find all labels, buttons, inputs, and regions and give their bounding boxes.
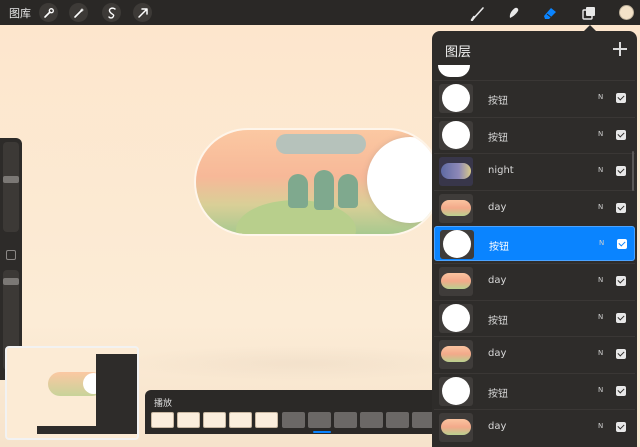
layer-row[interactable]: day N <box>434 336 635 371</box>
playhead-indicator <box>313 431 331 433</box>
eraser-icon[interactable] <box>541 4 559 22</box>
blend-mode-button[interactable]: N <box>598 386 603 394</box>
gallery-button[interactable]: 图库 <box>9 5 31 21</box>
layer-thumbnail-partial <box>438 65 470 77</box>
layer-row[interactable]: 按钮 N <box>434 116 635 152</box>
timeline-frame[interactable] <box>308 412 331 428</box>
preview-timeline <box>37 426 107 434</box>
timeline-frame[interactable] <box>255 412 278 428</box>
layers-title: 图层 <box>445 45 472 60</box>
layer-row[interactable]: night N <box>434 153 635 188</box>
layer-name: 按钮 <box>489 242 509 254</box>
layer-thumbnail <box>439 413 473 443</box>
artwork-tree <box>288 174 308 208</box>
timeline-frame[interactable] <box>386 412 409 428</box>
visibility-checkbox[interactable] <box>616 276 626 286</box>
blend-mode-button[interactable]: N <box>598 422 603 430</box>
visibility-checkbox[interactable] <box>616 312 626 323</box>
top-toolbar: 图库 <box>0 0 640 25</box>
layer-name: day <box>488 275 507 286</box>
canvas-brush-stroke <box>120 345 480 381</box>
layers-icon[interactable] <box>580 4 598 22</box>
layer-row[interactable]: day N <box>434 189 635 225</box>
blend-mode-button[interactable]: N <box>599 239 604 247</box>
layer-thumbnail <box>440 230 474 260</box>
wrench-icon[interactable] <box>39 3 58 22</box>
play-button[interactable]: 播放 <box>154 396 172 409</box>
layer-name: 按钮 <box>488 315 508 327</box>
layer-thumbnail <box>439 157 473 187</box>
smudge-icon[interactable] <box>505 4 523 22</box>
layer-name: night <box>488 165 514 177</box>
magic-wand-icon[interactable] <box>69 3 88 22</box>
layer-row[interactable]: 按钮 N <box>434 372 635 408</box>
brush-icon[interactable] <box>469 4 487 22</box>
layer-row[interactable]: 按钮 N <box>434 80 635 115</box>
blend-mode-button[interactable]: N <box>598 166 603 174</box>
layer-row-selected[interactable]: 按钮 N <box>434 226 635 262</box>
layer-thumbnail <box>439 267 473 296</box>
transform-arrow-icon[interactable] <box>133 3 152 22</box>
toggle-knob <box>367 137 440 223</box>
layer-name: day <box>488 421 507 433</box>
layer-row[interactable]: day N <box>434 409 635 444</box>
blend-mode-button[interactable]: N <box>598 276 603 284</box>
visibility-checkbox[interactable] <box>616 202 626 213</box>
layer-name: 按钮 <box>488 96 508 107</box>
animation-timeline: 播放 <box>145 390 440 434</box>
visibility-checkbox[interactable] <box>616 93 626 103</box>
visibility-checkbox[interactable] <box>616 129 626 140</box>
layer-thumbnail <box>439 120 473 150</box>
selection-icon[interactable] <box>102 3 121 22</box>
timeline-frame[interactable] <box>334 412 357 428</box>
timeline-frame[interactable] <box>203 412 226 428</box>
layer-thumbnail <box>439 303 473 333</box>
artwork-tree <box>314 170 334 210</box>
brush-size-handle[interactable] <box>3 176 19 183</box>
layer-thumbnail <box>439 340 473 370</box>
reference-preview[interactable] <box>5 346 139 440</box>
timeline-frame[interactable] <box>177 412 200 428</box>
visibility-checkbox[interactable] <box>616 422 626 433</box>
artwork-cloud <box>276 134 366 154</box>
blend-mode-button[interactable]: N <box>598 313 603 321</box>
blend-mode-button[interactable]: N <box>598 130 603 138</box>
layers-header: 图层 <box>432 31 637 67</box>
layer-thumbnail <box>439 193 473 223</box>
layer-thumbnail <box>439 376 473 406</box>
preview-layers-panel <box>96 354 137 434</box>
blend-mode-button[interactable]: N <box>598 203 603 211</box>
layer-name: day <box>488 201 507 213</box>
timeline-frame[interactable] <box>360 412 383 428</box>
timeline-frame[interactable] <box>229 412 252 428</box>
layer-row[interactable]: 按钮 N <box>434 299 635 335</box>
timeline-frame[interactable] <box>151 412 174 428</box>
layers-scrollbar[interactable] <box>632 151 634 191</box>
visibility-checkbox[interactable] <box>616 349 626 360</box>
layer-name: 按钮 <box>488 132 508 144</box>
timeline-frame[interactable] <box>282 412 305 428</box>
layer-thumbnail <box>439 84 473 113</box>
layer-name: 按钮 <box>488 388 508 400</box>
layers-panel: 图层 按钮 N 按钮 Nnight Nday N 按钮 Nday N 按钮 Nday N 按钮 Nday N <box>432 31 637 447</box>
visibility-checkbox[interactable] <box>616 385 626 396</box>
layer-name: day <box>488 348 507 360</box>
opacity-handle[interactable] <box>3 278 19 285</box>
color-swatch[interactable] <box>619 5 634 20</box>
layer-row[interactable]: day N <box>434 263 635 298</box>
toggle-artwork <box>196 130 440 234</box>
visibility-checkbox[interactable] <box>617 239 627 250</box>
visibility-checkbox[interactable] <box>616 166 626 177</box>
left-sidebar <box>0 138 22 380</box>
artwork-tree <box>338 174 358 208</box>
plus-icon[interactable] <box>612 41 628 57</box>
blend-mode-button[interactable]: N <box>598 349 603 357</box>
brush-size-slider[interactable] <box>3 142 19 232</box>
modify-button[interactable] <box>6 250 16 260</box>
blend-mode-button[interactable]: N <box>598 93 603 101</box>
